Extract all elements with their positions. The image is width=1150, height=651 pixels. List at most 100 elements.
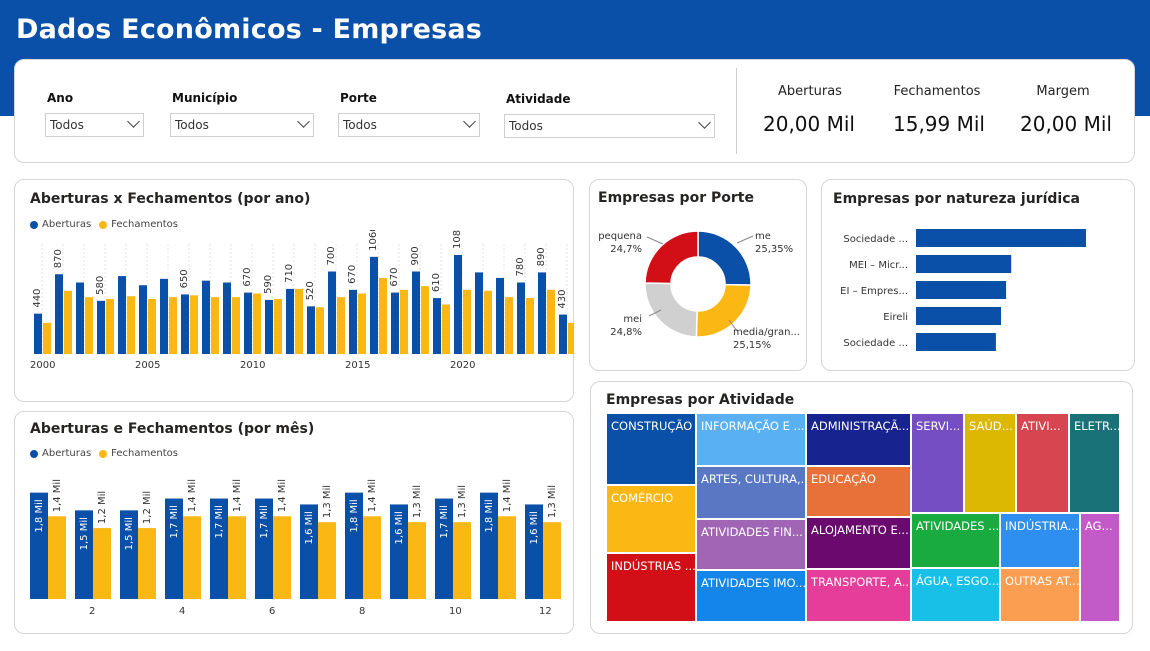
filter-value-atividade: Todos [509,119,543,133]
legend-label-fechamentos: Fechamentos [111,219,178,230]
x-tick-label: 6 [269,606,275,617]
data-label-fechamentos: 1,3 Mil [547,485,558,518]
natureza-chart-title: Empresas por natureza jurídica [833,191,1080,207]
data-label-fechamentos: 1,4 Mil [502,479,513,512]
bar-fechamentos [421,286,429,354]
leader-line [736,235,754,244]
bar-fechamentos [148,299,156,354]
data-label: 610 [431,273,442,292]
x-tick-label: 2015 [345,360,370,371]
treemap-cell[interactable]: OUTRAS AT... [1000,568,1080,622]
data-label: 710 [284,264,295,283]
treemap-cell[interactable]: ATIVI... [1016,413,1069,513]
treemap-cell[interactable]: INFORMAÇÃO E ... [696,413,806,466]
treemap-cell[interactable]: AG... [1080,513,1120,622]
filter-dropdown-atividade[interactable]: Todos [504,114,715,138]
treemap-cell[interactable]: COMÉRCIO [606,485,696,553]
bar-aberturas [97,300,105,354]
treemap-cell[interactable]: ALOJAMENTO E... [806,517,911,569]
category-label: EI – Empres... [840,286,908,297]
treemap-cell-label: OUTRAS AT... [1005,574,1080,588]
treemap-cell[interactable]: ARTES, CULTURA,... [696,466,806,519]
bar-fechamentos [484,290,492,354]
treemap-cell[interactable]: INDÚSTRIAS ... [606,553,696,622]
treemap-cell-label: INDÚSTRIA... [1005,519,1079,533]
treemap-cell-label: AG... [1085,519,1113,533]
data-label: 670 [242,267,253,286]
filter-dropdown-municipio[interactable]: Todos [170,113,314,137]
data-label: 580 [95,276,106,295]
leader-line [646,236,664,245]
bar-fechamentos [183,516,201,599]
bar-aberturas [160,278,168,354]
data-label-aberturas: 1,6 Mil [394,511,405,544]
category-label: Eireli [883,312,908,323]
filter-dropdown-ano[interactable]: Todos [45,113,144,137]
bar-aberturas [454,255,462,354]
atividade-treemap: CONSTRUÇÃO COMÉRCIO INDÚSTRIAS ... INFORMAÇ… [606,413,1120,622]
filter-value-municipio: Todos [175,118,209,132]
treemap-cell[interactable]: EDUCAÇÃO [806,466,911,517]
bar-aberturas [307,306,315,354]
treemap-cell-label: ARTES, CULTURA,... [701,472,806,486]
filter-dropdown-porte[interactable]: Todos [338,113,480,137]
treemap-cell[interactable]: ADMINISTRAÇÃ... [806,413,911,466]
bar-aberturas [181,294,189,354]
bar-aberturas [286,288,294,354]
treemap-cell[interactable]: ÁGUA, ESGO... [911,568,1000,622]
treemap-cell[interactable]: TRANSPORTE, A... [806,569,911,622]
data-label: 590 [263,275,274,294]
bar-fechamentos [408,522,426,599]
x-tick-label: 2 [89,606,95,617]
bar-fechamentos [169,297,177,354]
x-tick-label: 2000 [30,360,55,371]
donut-slice-mei [644,282,698,338]
divider [736,68,737,154]
bar-aberturas [244,292,252,354]
kpi-label-aberturas: Aberturas [778,84,842,99]
treemap-cell[interactable]: INDÚSTRIA... [1000,513,1080,568]
bar-aberturas [118,276,126,354]
data-label-fechamentos: 1,3 Mil [457,485,468,518]
data-label: 670 [389,267,400,286]
legend-dot-fechamentos [99,220,108,229]
porte-donut-chart: me 25,35% media/gran... 25,15% mei 24,8% peque… [598,230,800,351]
hbar [916,333,996,351]
treemap-cell[interactable]: ATIVIDADES FIN... [696,519,806,570]
treemap-cell[interactable]: CONSTRUÇÃO [606,413,696,485]
category-label: Sociedade ... [843,338,908,349]
treemap-cell-label: ADMINISTRAÇÃ... [811,419,910,433]
bar-fechamentos [64,290,72,354]
data-label-fechamentos: 1,2 Mil [142,491,153,524]
bar-aberturas [349,289,357,354]
treemap-cell-label: CONSTRUÇÃO [611,419,693,433]
treemap-cell-label: ALOJAMENTO E... [811,523,909,537]
x-tick-label: 8 [359,606,365,617]
treemap-cell-label: SERVI... [916,419,961,433]
yearly-chart-legend: Aberturas Fechamentos [30,219,178,230]
treemap-cell-label: ATIVIDADES IMO... [701,576,806,590]
treemap-cell[interactable]: ATIVIDADES IMO... [696,570,806,622]
treemap-cell-label: SAÚD... [969,419,1013,433]
treemap-cell[interactable]: ELETR... [1069,413,1120,513]
bar-aberturas [223,282,231,354]
bar-fechamentos [93,528,111,599]
treemap-cell-label: EDUCAÇÃO [811,472,876,486]
legend-dot-aberturas [30,220,38,229]
legend-label-aberturas: Aberturas [42,448,92,459]
data-label: 440 [32,289,43,308]
treemap-cell-label: ATIVI... [1021,419,1061,433]
treemap-cell[interactable]: SERVI... [911,413,964,513]
data-label: 890 [536,247,547,266]
porte-chart-title: Empresas por Porte [598,190,754,206]
slice-value-label: 25,35% [755,244,793,255]
bar-aberturas [517,282,525,354]
bar-fechamentos [400,289,408,354]
yearly-chart-title: Aberturas x Fechamentos (por ano) [30,191,311,207]
bar-fechamentos [526,298,534,354]
bar-aberturas [328,271,336,354]
bar-fechamentos [211,297,219,354]
data-label: 900 [410,246,421,265]
treemap-cell[interactable]: SAÚD... [964,413,1016,513]
treemap-cell[interactable]: ATIVIDADES ... [911,513,1000,568]
